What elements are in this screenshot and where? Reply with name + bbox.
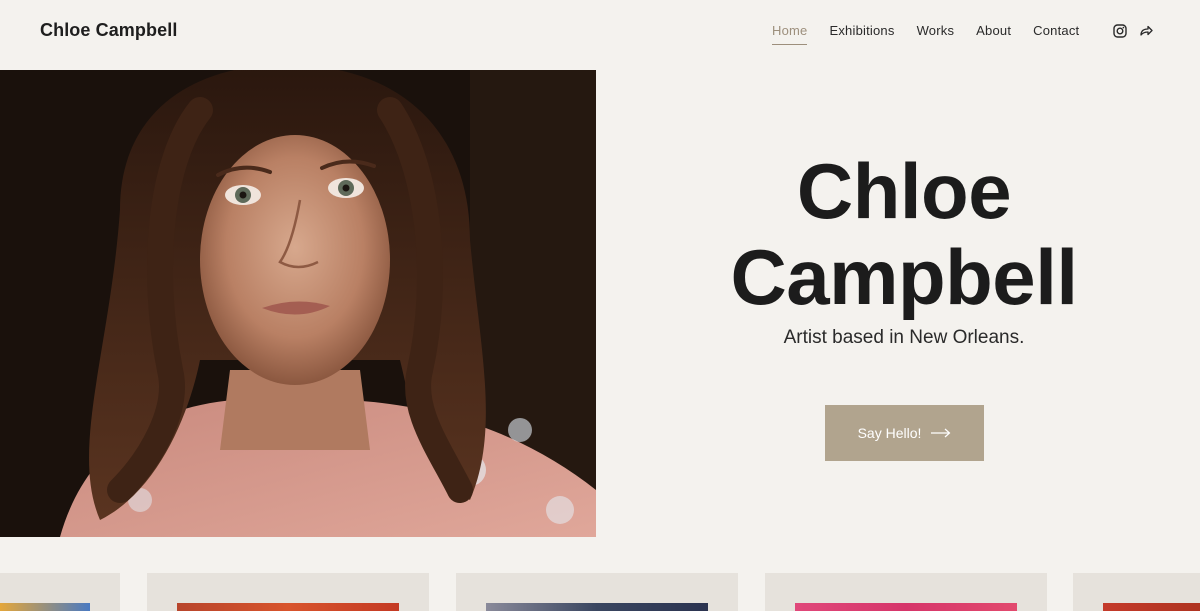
say-hello-button[interactable]: Say Hello! xyxy=(825,405,984,461)
nav-item-exhibitions[interactable]: Exhibitions xyxy=(829,23,894,44)
nav-item-works[interactable]: Works xyxy=(917,23,955,44)
nav-item-contact[interactable]: Contact xyxy=(1033,23,1079,44)
gallery-card-1[interactable] xyxy=(0,573,120,611)
site-header: Chloe Campbell Home Exhibitions Works Ab… xyxy=(0,0,1200,66)
artwork-thumbnail-5 xyxy=(1103,603,1200,611)
say-hello-button-label: Say Hello! xyxy=(857,425,922,441)
hero-title-line-2: Campbell xyxy=(730,233,1078,321)
instagram-icon[interactable] xyxy=(1112,23,1128,39)
hero-subtitle: Artist based in New Orleans. xyxy=(783,327,1025,348)
arrow-right-icon xyxy=(931,425,951,441)
gallery-card-3[interactable] xyxy=(456,573,738,611)
gallery-card-2[interactable] xyxy=(147,573,429,611)
social-links xyxy=(1112,23,1154,39)
hero-title: Chloe Campbell xyxy=(596,148,1200,320)
nav-item-home[interactable]: Home xyxy=(772,23,808,45)
gallery-card-4[interactable] xyxy=(765,573,1047,611)
gallery-card-5[interactable] xyxy=(1073,573,1200,611)
artwork-thumbnail-4 xyxy=(795,603,1017,611)
artwork-thumbnail-3 xyxy=(486,603,708,611)
portrait-photo xyxy=(0,70,596,537)
main-nav: Home Exhibitions Works About Contact xyxy=(772,23,1101,45)
gallery-strip xyxy=(0,573,1200,611)
artwork-thumbnail-1 xyxy=(0,603,90,611)
hero-title-line-1: Chloe xyxy=(796,147,1012,235)
site-brand-link[interactable]: Chloe Campbell xyxy=(40,20,177,41)
nav-item-about[interactable]: About xyxy=(976,23,1011,44)
hero-section: Chloe Campbell Artist based in New Orlea… xyxy=(596,70,1200,537)
artwork-thumbnail-2 xyxy=(177,603,399,611)
page: Chloe Campbell Home Exhibitions Works Ab… xyxy=(0,0,1200,611)
share-icon[interactable] xyxy=(1138,23,1154,39)
